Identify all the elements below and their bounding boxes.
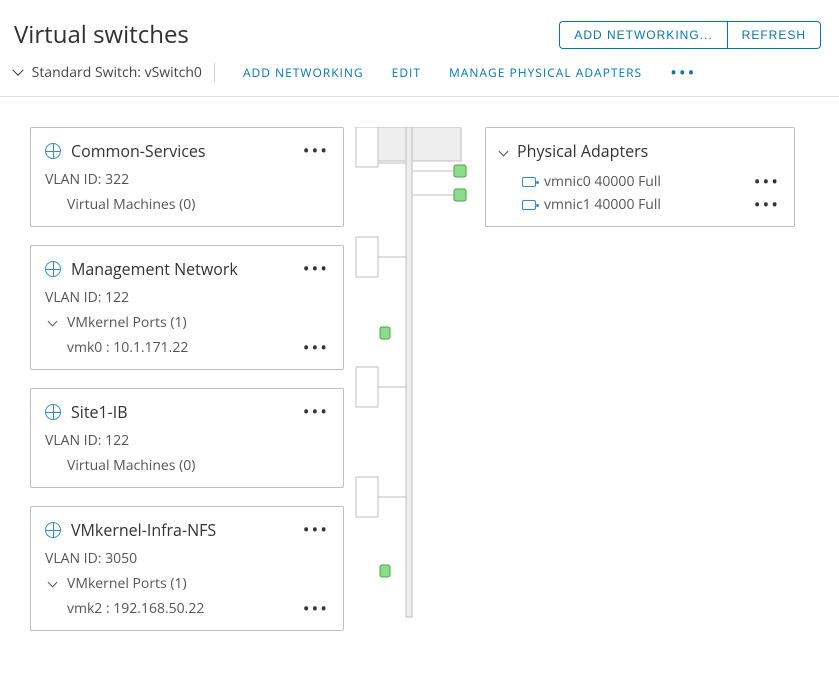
nic-icon [522,200,536,210]
edit-link[interactable]: EDIT [392,64,421,81]
vmk-actions-icon[interactable]: ••• [303,343,329,353]
topology-scroll[interactable]: Common-Services ••• VLAN ID: 322 Virtual… [0,97,839,682]
manage-physical-adapters-link[interactable]: MANAGE PHYSICAL ADAPTERS [449,64,642,81]
vmkernel-ports-toggle[interactable]: VMkernel Ports (1) [45,313,329,332]
portgroup-name[interactable]: Management Network [71,258,238,280]
portgroup-icon [45,522,61,538]
vm-count-label: Virtual Machines (0) [45,456,329,475]
portgroup-actions-icon[interactable]: ••• [303,264,329,274]
portgroup-actions-icon[interactable]: ••• [303,407,329,417]
vmk-actions-icon[interactable]: ••• [303,604,329,614]
chevron-down-icon [48,578,58,588]
switch-name-label: Standard Switch: vSwitch0 [32,63,202,82]
vlan-label: VLAN ID: 322 [45,170,329,189]
vmk-port-label[interactable]: vmk0 : 10.1.171.22 [67,338,188,357]
nic-actions-icon[interactable]: ••• [754,200,780,210]
more-actions-icon[interactable]: ••• [670,68,696,78]
portgroup-actions-icon[interactable]: ••• [303,146,329,156]
portgroup-card: Common-Services ••• VLAN ID: 322 Virtual… [30,127,344,227]
vmkernel-ports-label: VMkernel Ports (1) [67,574,187,593]
physical-adapters-card: Physical Adapters vmnic0 40000 Full ••• … [485,127,795,227]
portgroup-name[interactable]: VMkernel-Infra-NFS [71,519,216,541]
page-title: Virtual switches [14,18,189,51]
chevron-down-icon [499,146,509,156]
portgroup-name[interactable]: Site1-IB [71,401,128,423]
vmk-port-label[interactable]: vmk2 : 192.168.50.22 [67,599,204,618]
vlan-label: VLAN ID: 122 [45,431,329,450]
chevron-down-icon [12,65,23,76]
vlan-label: VLAN ID: 3050 [45,549,329,568]
nic-label: vmnic1 40000 Full [544,195,661,214]
refresh-button[interactable]: REFRESH [727,21,821,49]
add-networking-button[interactable]: ADD NETWORKING... [559,21,726,49]
portgroup-icon [45,261,61,277]
nic-entry[interactable]: vmnic0 40000 Full [522,172,661,191]
nic-icon [522,177,536,187]
chevron-down-icon [48,317,58,327]
portgroup-actions-icon[interactable]: ••• [303,525,329,535]
nic-label: vmnic0 40000 Full [544,172,661,191]
portgroup-card: Management Network ••• VLAN ID: 122 VMke… [30,245,344,370]
topology-diagram [344,127,484,682]
nic-actions-icon[interactable]: ••• [754,177,780,187]
portgroup-icon [45,143,61,159]
portgroup-name[interactable]: Common-Services [71,140,206,162]
vlan-label: VLAN ID: 122 [45,288,329,307]
portgroup-card: Site1-IB ••• VLAN ID: 122 Virtual Machin… [30,388,344,488]
add-networking-link[interactable]: ADD NETWORKING [243,64,364,81]
nic-entry[interactable]: vmnic1 40000 Full [522,195,661,214]
vmkernel-ports-toggle[interactable]: VMkernel Ports (1) [45,574,329,593]
vmkernel-ports-label: VMkernel Ports (1) [67,313,187,332]
vm-count-label: Virtual Machines (0) [45,195,329,214]
portgroup-icon [45,404,61,420]
switch-toggle[interactable]: Standard Switch: vSwitch0 [14,63,215,82]
portgroup-card: VMkernel-Infra-NFS ••• VLAN ID: 3050 VMk… [30,506,344,631]
physical-adapters-title[interactable]: Physical Adapters [517,140,648,162]
